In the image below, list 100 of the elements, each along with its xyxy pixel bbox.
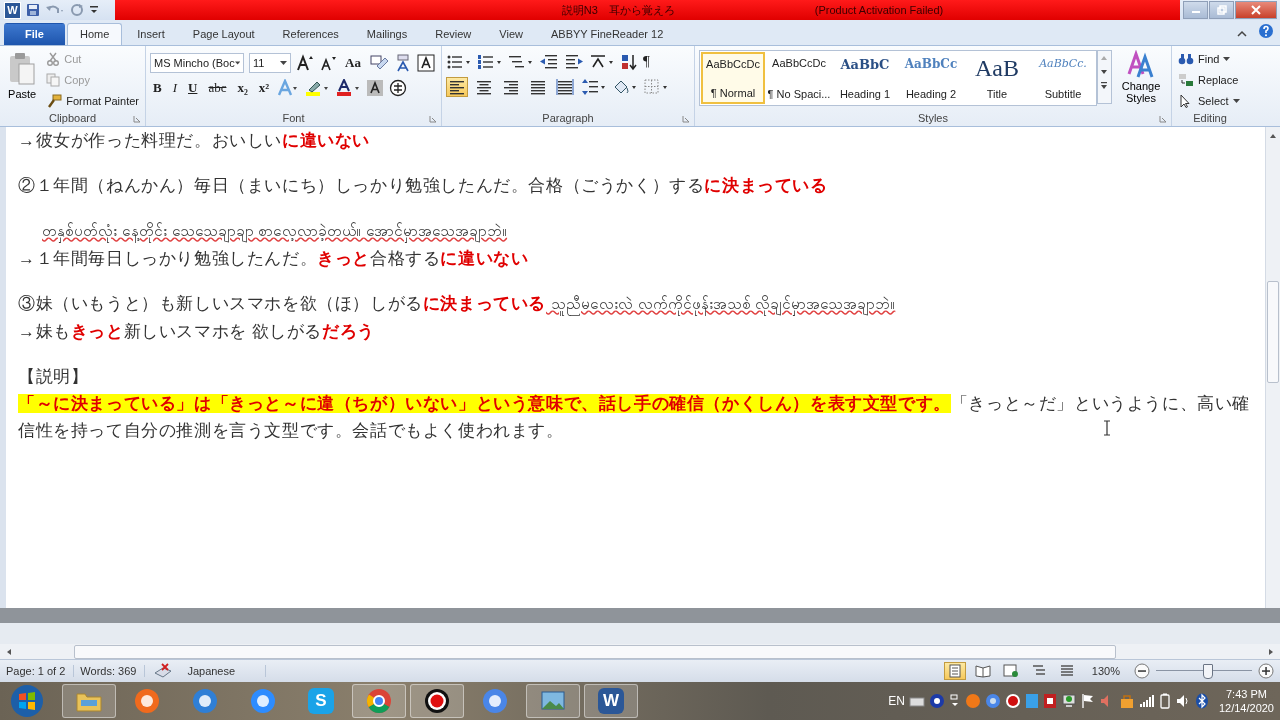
style-item[interactable]: AaBbCc. Subtitle [1031,51,1095,104]
lock-icon[interactable] [1118,693,1135,710]
format-button[interactable]: U [185,78,201,97]
ribbon-tab[interactable]: View [486,22,536,45]
line-spacing-icon[interactable] [581,77,607,96]
format-button[interactable]: x² [255,78,273,97]
zoom-out-icon[interactable] [1134,663,1150,680]
style-item[interactable]: AaBbC Heading 1 [833,51,897,104]
network-icon[interactable] [1060,693,1077,710]
signal-icon[interactable] [1138,693,1155,710]
dialog-launcher-icon[interactable] [682,114,690,123]
dialog-launcher-icon[interactable] [133,114,141,123]
restore-icon [1216,5,1227,15]
style-item[interactable]: AaBbCcDc ¶ No Spaci... [767,51,831,104]
bluetooth-icon[interactable] [1194,693,1209,710]
taskbar-app-button[interactable]: W [584,684,638,719]
document-paragraph: ②１年間（ねんかん）毎日（まいにち）しっかり勉強したんだ。合格（ごうかく）するに決まっている [18,174,829,197]
binoculars-icon [1178,52,1194,67]
start-button[interactable] [10,684,44,719]
group-label: Clipboard [48,112,97,125]
character-border-icon[interactable] [416,53,435,72]
input-language[interactable]: EN [888,694,905,709]
ribbon-tab[interactable]: References [269,22,352,45]
scrollbar-thumb[interactable] [74,644,1116,659]
ribbon-tab[interactable]: Mailings [353,22,421,45]
ribbon-tab[interactable]: File [4,22,65,45]
borders-icon[interactable] [643,77,669,96]
format-button[interactable]: B [150,78,165,97]
browser-icon[interactable] [984,693,1001,710]
align-button[interactable] [554,76,576,97]
clock-date[interactable]: 12/14/2020 [1218,701,1274,716]
letters-icon [1126,49,1156,80]
format-button[interactable]: x₂ [234,78,251,97]
editing-button[interactable]: Select [1176,91,1242,111]
page-count[interactable]: Page: 1 of 2 [6,665,75,678]
text-cursor-icon [1103,419,1111,436]
change-case-button[interactable]: Aa [342,53,364,72]
close-button[interactable] [1235,1,1277,19]
paintbrush-icon [46,94,63,109]
dialog-launcher-icon[interactable] [1159,114,1167,123]
browser-icon [365,687,393,716]
dialog-launcher-icon[interactable] [429,114,437,123]
battery-icon[interactable] [1158,693,1171,710]
flag-icon[interactable] [1080,693,1095,710]
help-icon[interactable] [928,693,945,710]
help-icon[interactable] [1258,22,1274,39]
clock-time[interactable]: 7:43 PM [1226,687,1267,702]
clear-formatting-icon[interactable] [368,53,389,72]
ribbon-tab[interactable]: Home [66,22,123,45]
scissors-icon [46,52,61,67]
document-icon[interactable] [1042,693,1057,710]
keyboard-icon[interactable] [908,694,925,709]
clipboard-button[interactable]: Format Painter [44,91,141,111]
style-item[interactable]: AaB Title [965,51,1029,104]
zoom-in-icon[interactable] [1258,663,1274,680]
record-icon[interactable] [1004,693,1021,710]
proofing-icon[interactable] [153,663,174,680]
document-paragraph: →妹も きっと 新しいスマホを 欲しがるだろう [18,320,376,343]
character-shading-icon[interactable] [366,78,385,97]
ribbon-tab[interactable]: Review [422,22,485,45]
group-label: Styles [918,112,948,125]
editing-button[interactable]: Find [1176,49,1242,69]
restore-button[interactable] [1209,1,1234,19]
grow-font-icon[interactable] [296,53,314,72]
view-print-icon [946,664,963,679]
view-button[interactable] [943,662,966,681]
style-item[interactable]: AaBbCc Heading 2 [899,51,963,104]
word-count[interactable]: Words: 369 [80,665,146,678]
document-paragraph: →彼女が作った料理だ。おいしいに違いない [18,129,371,152]
ribbon-tab[interactable]: Page Layout [179,22,268,45]
clipboard-icon [7,51,38,86]
numbering-icon[interactable] [477,52,503,71]
zoom-level[interactable]: 130% [1083,665,1128,678]
font-name-field[interactable]: MS Mincho (Boc [150,52,244,73]
collapse-ribbon-icon[interactable] [1236,28,1248,39]
show-marks-button[interactable]: ¶ [643,53,650,71]
font-size-field[interactable]: 11 [249,52,291,73]
decrease-indent-icon[interactable] [539,52,559,71]
zoom-slider-thumb[interactable] [1202,664,1213,680]
save-icon[interactable] [26,3,40,17]
window-title: 説明N3 耳から覚えろ [561,2,675,18]
minimize-button[interactable] [1183,1,1208,19]
zoom-slider[interactable] [1156,663,1252,680]
paste-button[interactable]: Paste [4,49,41,111]
language-indicator[interactable]: Japanese [179,665,267,678]
format-button[interactable]: abc [205,78,230,97]
ribbon-tab[interactable]: Insert [124,22,178,45]
taskbar-app-button[interactable] [410,684,464,719]
scrollbar-thumb[interactable] [1267,280,1279,383]
editing-button[interactable]: Replace [1176,70,1242,90]
style-item[interactable]: AaBbCcDc ¶ Normal [701,51,765,104]
format-button[interactable]: I [169,78,180,97]
align-button[interactable] [446,76,468,97]
font-color-icon[interactable] [335,78,362,97]
sort-icon[interactable] [620,52,638,71]
change-styles-button[interactable]: Change Styles [1116,49,1166,111]
ribbon-tab[interactable]: ABBYY FineReader 12 [537,22,677,45]
enclose-characters-icon[interactable] [389,78,408,97]
browser-icon [481,687,509,716]
increase-indent-icon[interactable] [564,52,584,71]
